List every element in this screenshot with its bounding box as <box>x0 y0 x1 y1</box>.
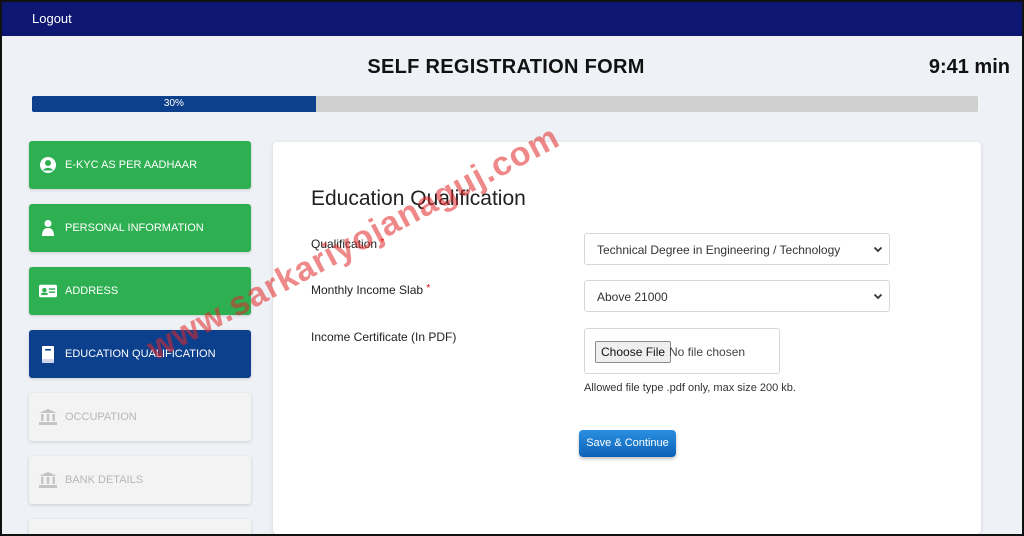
income-certificate-file-input: Choose File No file chosen <box>584 328 780 374</box>
person-icon <box>39 219 57 237</box>
sidebar-item-label: OCCUPATION <box>65 411 137 423</box>
choose-file-button[interactable]: Choose File <box>595 341 672 363</box>
qualification-select-value: Technical Degree in Engineering / Techno… <box>597 243 841 257</box>
bank-icon <box>39 471 57 489</box>
chevron-down-icon <box>873 243 883 257</box>
id-card-icon <box>39 282 57 300</box>
required-mark: * <box>426 283 431 294</box>
sidebar-item-bank-details[interactable]: BANK DETAILS <box>29 456 251 504</box>
qualification-select[interactable]: Technical Degree in Engineering / Techno… <box>584 233 890 265</box>
sidebar-item-personal-information[interactable]: PERSONAL INFORMATION <box>29 204 251 252</box>
section-title: Education Qualification <box>311 187 526 210</box>
form-card: Education Qualification Qualification * … <box>273 142 981 534</box>
sidebar-item-ekyc[interactable]: E-KYC AS PER AADHAAR <box>29 141 251 189</box>
logout-link[interactable]: Logout <box>32 11 72 26</box>
no-file-chosen-text: No file chosen <box>669 345 746 359</box>
sidebar-item-label: E-KYC AS PER AADHAAR <box>65 159 198 171</box>
sidebar-item-label: EDUCATION QUALIFICATION <box>65 348 216 360</box>
file-type-hint: Allowed file type .pdf only, max size 20… <box>584 382 796 394</box>
save-continue-button[interactable]: Save & Continue <box>579 430 676 457</box>
sidebar-item-address[interactable]: ADDRESS <box>29 267 251 315</box>
sidebar-item-label: PERSONAL INFORMATION <box>65 222 204 234</box>
sidebar-item-education-qualification[interactable]: EDUCATION QUALIFICATION <box>29 330 251 378</box>
progress-bar: 30% <box>32 96 978 112</box>
session-timer: 9:41 min <box>928 56 1010 78</box>
income-slab-label-text: Monthly Income Slab <box>311 283 424 297</box>
sidebar-item-next[interactable] <box>29 519 251 534</box>
required-mark: * <box>380 237 385 248</box>
income-slab-select[interactable]: Above 21000 <box>584 280 890 312</box>
chevron-down-icon <box>873 290 883 304</box>
sidebar-item-label: BANK DETAILS <box>65 474 144 486</box>
bank-icon <box>39 408 57 426</box>
sidebar-item-label: ADDRESS <box>65 285 119 297</box>
income-certificate-label: Income Certificate (In PDF) <box>311 330 457 344</box>
income-slab-select-value: Above 21000 <box>597 290 668 304</box>
book-icon <box>39 345 57 363</box>
top-navbar: Logout <box>2 2 1022 36</box>
app-frame: Logout SELF REGISTRATION FORM 9:41 min 3… <box>0 0 1024 536</box>
sidebar-item-occupation[interactable]: OCCUPATION <box>29 393 251 441</box>
progress-bar-fill: 30% <box>32 96 316 112</box>
qualification-label-text: Qualification <box>311 237 378 251</box>
qualification-label: Qualification * <box>311 237 384 251</box>
page-title: SELF REGISTRATION FORM <box>367 56 645 78</box>
step-sidebar: E-KYC AS PER AADHAAR PERSONAL INFORMATIO… <box>29 141 251 534</box>
income-slab-label: Monthly Income Slab * <box>311 283 430 297</box>
user-circle-icon <box>39 156 57 174</box>
